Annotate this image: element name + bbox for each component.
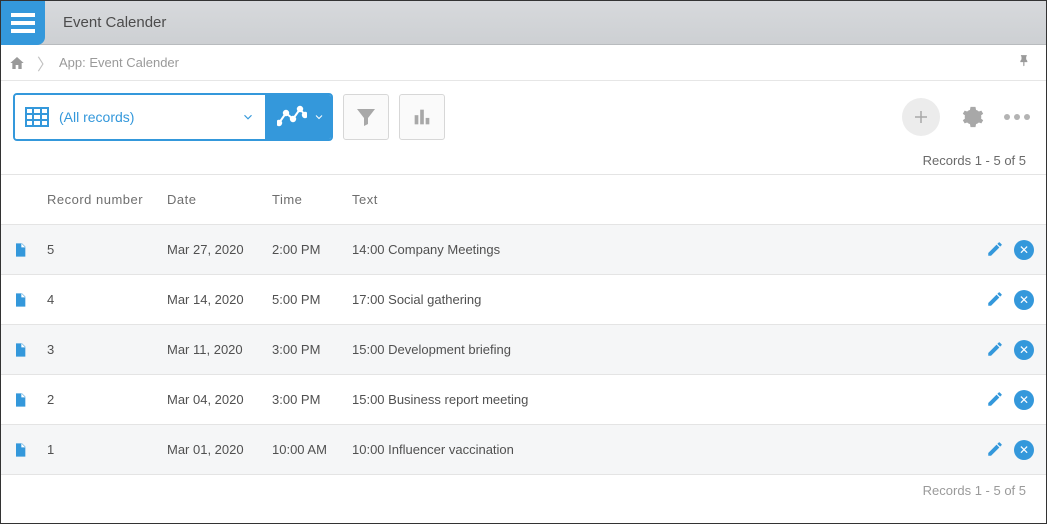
- cell-record-number: 4: [39, 292, 167, 307]
- cell-record-number: 5: [39, 242, 167, 257]
- table-row: 3Mar 11, 20203:00 PM15:00 Development br…: [1, 324, 1046, 374]
- breadcrumb: 〉 App: Event Calender: [1, 45, 1046, 81]
- cell-text: 10:00 Influencer vaccination: [352, 442, 974, 457]
- cell-date: Mar 27, 2020: [167, 242, 272, 257]
- delete-record-button[interactable]: ✕: [1014, 290, 1034, 310]
- table-header: Record number Date Time Text: [1, 174, 1046, 224]
- view-dropdown[interactable]: (All records): [15, 95, 265, 139]
- cell-time: 2:00 PM: [272, 242, 352, 257]
- col-text[interactable]: Text: [352, 192, 974, 207]
- cell-text: 15:00 Business report meeting: [352, 392, 974, 407]
- cell-date: Mar 14, 2020: [167, 292, 272, 307]
- table-icon: [25, 107, 49, 127]
- cell-date: Mar 01, 2020: [167, 442, 272, 457]
- chevron-down-icon: [241, 110, 255, 124]
- view-record-icon[interactable]: [12, 241, 28, 259]
- delete-record-button[interactable]: ✕: [1014, 240, 1034, 260]
- view-record-icon[interactable]: [12, 291, 28, 309]
- view-record-icon[interactable]: [12, 341, 28, 359]
- cell-record-number: 3: [39, 342, 167, 357]
- cell-time: 3:00 PM: [272, 342, 352, 357]
- col-record-number[interactable]: Record number: [39, 192, 167, 207]
- table-row: 5Mar 27, 20202:00 PM14:00 Company Meetin…: [1, 224, 1046, 274]
- chevron-down-icon: [313, 111, 325, 123]
- edit-record-button[interactable]: [986, 390, 1004, 410]
- pin-icon[interactable]: [1018, 54, 1032, 68]
- more-menu-button[interactable]: [1004, 114, 1030, 120]
- dot-icon: [1014, 114, 1020, 120]
- edit-record-button[interactable]: [986, 440, 1004, 460]
- delete-record-button[interactable]: ✕: [1014, 390, 1034, 410]
- funnel-icon: [354, 105, 378, 129]
- cell-text: 15:00 Development briefing: [352, 342, 974, 357]
- cell-time: 5:00 PM: [272, 292, 352, 307]
- breadcrumb-app-label[interactable]: App: Event Calender: [59, 55, 179, 70]
- records-count-top: Records 1 - 5 of 5: [1, 145, 1046, 174]
- delete-record-button[interactable]: ✕: [1014, 340, 1034, 360]
- app-logo-icon: [1, 1, 45, 45]
- plus-icon: [912, 108, 930, 126]
- view-switcher: (All records): [13, 93, 333, 141]
- bar-chart-icon: [411, 106, 433, 128]
- graph-view-button[interactable]: [265, 95, 331, 139]
- cell-text: 14:00 Company Meetings: [352, 242, 974, 257]
- table-row: 1Mar 01, 202010:00 AM10:00 Influencer va…: [1, 424, 1046, 474]
- delete-record-button[interactable]: ✕: [1014, 440, 1034, 460]
- col-date[interactable]: Date: [167, 192, 272, 207]
- col-time[interactable]: Time: [272, 192, 352, 207]
- edit-record-button[interactable]: [986, 290, 1004, 310]
- view-record-icon[interactable]: [12, 391, 28, 409]
- table-body: 5Mar 27, 20202:00 PM14:00 Company Meetin…: [1, 224, 1046, 474]
- filter-button[interactable]: [343, 94, 389, 140]
- edit-record-button[interactable]: [986, 340, 1004, 360]
- cell-record-number: 2: [39, 392, 167, 407]
- toolbar: (All records): [1, 81, 1046, 145]
- view-record-icon[interactable]: [12, 441, 28, 459]
- cell-date: Mar 04, 2020: [167, 392, 272, 407]
- view-label: (All records): [59, 109, 241, 125]
- home-icon[interactable]: [9, 55, 25, 71]
- settings-button[interactable]: [954, 98, 992, 136]
- edit-record-button[interactable]: [986, 240, 1004, 260]
- records-count-bottom: Records 1 - 5 of 5: [1, 474, 1046, 498]
- dot-icon: [1004, 114, 1010, 120]
- table-row: 4Mar 14, 20205:00 PM17:00 Social gatheri…: [1, 274, 1046, 324]
- cell-text: 17:00 Social gathering: [352, 292, 974, 307]
- app-header: Event Calender: [1, 1, 1046, 45]
- page-title: Event Calender: [63, 14, 166, 31]
- cell-date: Mar 11, 2020: [167, 342, 272, 357]
- gear-icon: [962, 106, 984, 128]
- dot-icon: [1024, 114, 1030, 120]
- chart-button[interactable]: [399, 94, 445, 140]
- add-record-button[interactable]: [902, 98, 940, 136]
- cell-time: 10:00 AM: [272, 442, 352, 457]
- graph-icon: [277, 105, 307, 129]
- breadcrumb-separator-icon: 〉: [37, 51, 53, 75]
- cell-time: 3:00 PM: [272, 392, 352, 407]
- table-row: 2Mar 04, 20203:00 PM15:00 Business repor…: [1, 374, 1046, 424]
- cell-record-number: 1: [39, 442, 167, 457]
- records-table: Record number Date Time Text 5Mar 27, 20…: [1, 174, 1046, 474]
